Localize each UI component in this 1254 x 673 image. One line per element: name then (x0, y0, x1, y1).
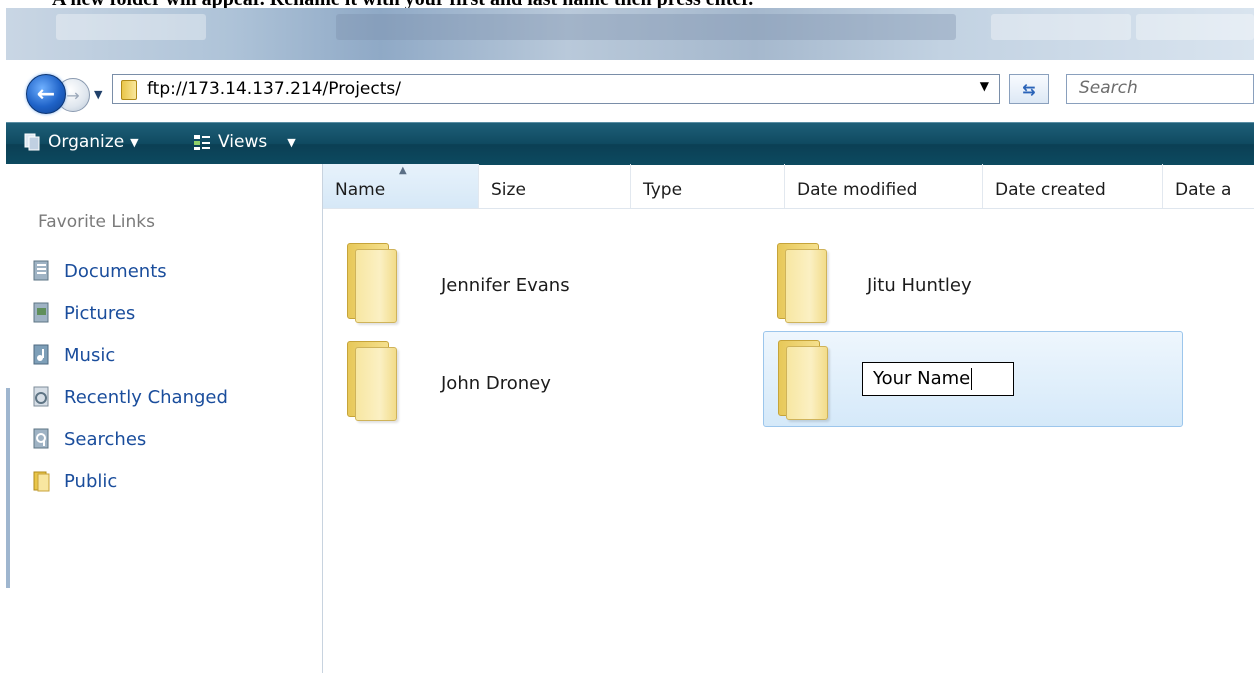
folder-icon (774, 340, 830, 420)
sidebar-item-documents[interactable]: Documents (32, 260, 167, 282)
favorite-links-heading: Favorite Links (38, 212, 156, 232)
folder-name: John Droney (441, 373, 551, 394)
back-button[interactable]: ← (26, 74, 66, 114)
folder-name: Jennifer Evans (441, 275, 570, 296)
column-headers: ▲ Name Size Type Date modified Date crea… (323, 164, 1254, 209)
sidebar-item-pictures[interactable]: Pictures (32, 302, 135, 324)
refresh-button[interactable]: ⇆ (1009, 74, 1049, 104)
folder-icon (343, 341, 399, 421)
navigation-pane: Favorite Links Documents Pictures Music (6, 164, 323, 673)
views-icon (194, 135, 210, 150)
documents-icon (33, 260, 49, 281)
text-caret (971, 368, 973, 390)
organize-dropdown-icon: ▼ (130, 135, 139, 149)
views-button[interactable]: Views ▼ (192, 132, 296, 152)
folder-icon (343, 243, 399, 323)
rename-value: Your Name (873, 368, 971, 389)
back-arrow-icon: ← (36, 81, 56, 107)
forward-arrow-icon: → (66, 85, 80, 105)
column-header-name[interactable]: ▲ Name (323, 164, 479, 208)
views-dropdown-icon: ▼ (287, 135, 296, 149)
address-bar[interactable]: ftp://173.14.137.214/Projects/ ▼ (112, 74, 1000, 104)
sidebar-item-label: Pictures (64, 302, 136, 324)
organize-label: Organize (48, 132, 125, 152)
recent-pages-dropdown[interactable]: ▼ (94, 88, 102, 101)
column-header-type[interactable]: Type (631, 164, 785, 208)
sidebar-item-label: Music (64, 344, 116, 366)
refresh-icon: ⇆ (1022, 79, 1036, 99)
column-header-date-modified[interactable]: Date modified (785, 164, 983, 208)
search-input[interactable]: Search (1066, 74, 1254, 104)
sidebar-item-recently-changed[interactable]: Recently Changed (32, 386, 228, 408)
file-list: Jennifer Evans Jitu Huntley John Droney … (323, 209, 1254, 673)
column-header-date-created[interactable]: Date created (983, 164, 1163, 208)
window-edge (6, 388, 10, 588)
column-header-date-accessed[interactable]: Date a (1163, 164, 1254, 208)
music-icon (33, 344, 49, 365)
explorer-window: → ← ▼ ftp://173.14.137.214/Projects/ ▼ ⇆… (6, 8, 1254, 673)
search-placeholder: Search (1079, 78, 1138, 98)
folder-icon (121, 80, 137, 100)
folder-name: Jitu Huntley (867, 275, 972, 296)
rename-input[interactable]: Your Name (862, 362, 1014, 396)
folder-icon (33, 471, 50, 492)
searches-icon (33, 428, 49, 449)
folder-item-john-droney[interactable]: John Droney (337, 333, 637, 429)
organize-button[interactable]: Organize ▼ (22, 132, 139, 152)
column-header-size[interactable]: Size (479, 164, 631, 208)
sidebar-item-public[interactable]: Public (32, 470, 117, 492)
new-folder-item[interactable]: Your Name (763, 331, 1183, 427)
recently-changed-icon (33, 386, 49, 407)
sidebar-item-label: Documents (64, 260, 167, 282)
address-dropdown-icon[interactable]: ▼ (980, 79, 989, 93)
sidebar-item-music[interactable]: Music (32, 344, 115, 366)
address-path[interactable]: ftp://173.14.137.214/Projects/ (147, 77, 401, 101)
title-bar (6, 8, 1254, 60)
folder-item-jennifer-evans[interactable]: Jennifer Evans (337, 235, 637, 331)
sidebar-item-label: Searches (64, 428, 147, 450)
sidebar-item-label: Public (64, 470, 118, 492)
folder-icon (773, 243, 829, 323)
sidebar-item-label: Recently Changed (64, 386, 228, 408)
pictures-icon (33, 302, 49, 323)
sidebar-item-searches[interactable]: Searches (32, 428, 146, 450)
organize-icon (24, 133, 40, 151)
command-toolbar: Organize ▼ Views ▼ (6, 122, 1254, 165)
sort-ascending-icon: ▲ (399, 165, 407, 176)
folder-item-jitu-huntley[interactable]: Jitu Huntley (763, 235, 1063, 331)
views-label: Views (218, 132, 268, 152)
